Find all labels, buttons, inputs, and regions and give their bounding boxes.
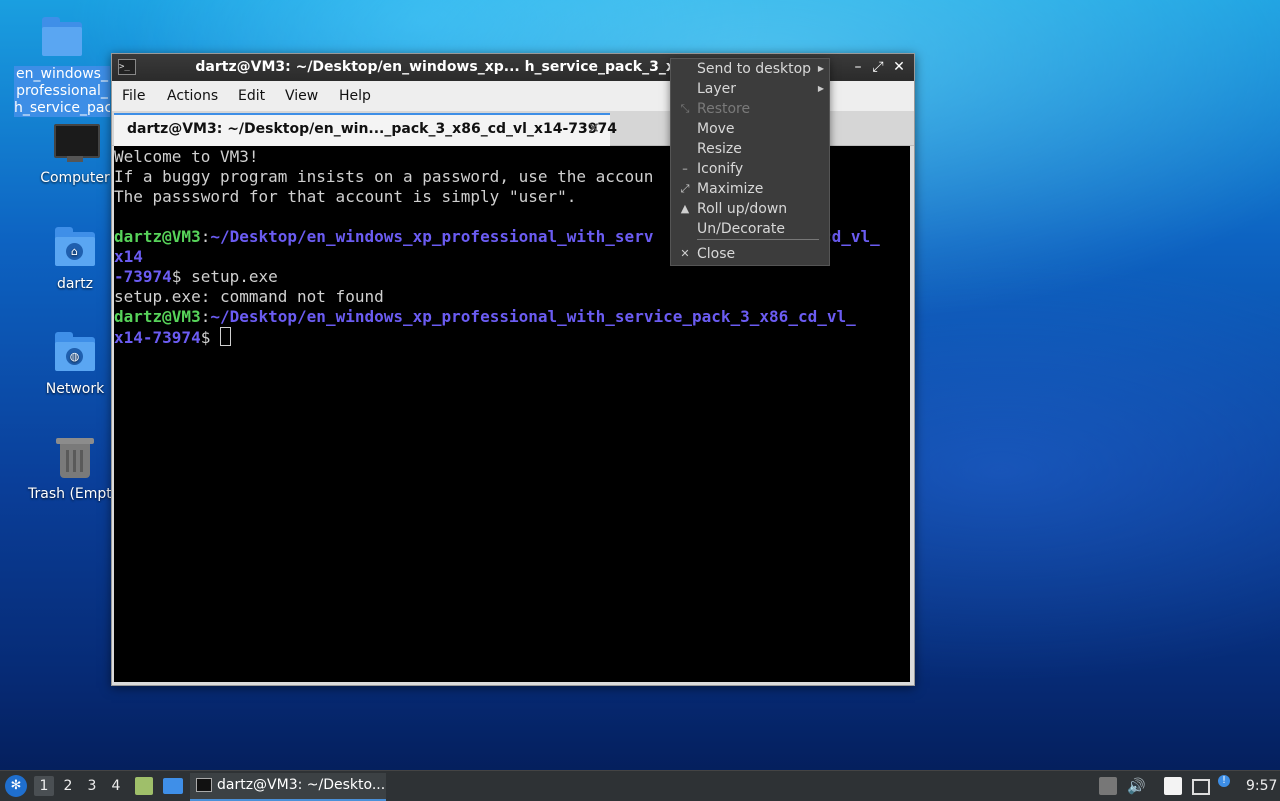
taskbar-task-terminal[interactable]: dartz@VM3: ~/Deskto... xyxy=(190,773,386,801)
menu-separator xyxy=(697,239,819,240)
menu-item-label: Maximize xyxy=(697,181,764,197)
minimize-button[interactable]: – xyxy=(849,58,867,76)
menu-item-layer[interactable]: Layer ▶ xyxy=(671,79,829,99)
desktop-switch-3[interactable]: 3 xyxy=(82,776,102,796)
desktop-icon-label: Computer xyxy=(40,170,110,186)
desktop-switch-4[interactable]: 4 xyxy=(106,776,126,796)
desktop-switch-1[interactable]: 1 xyxy=(34,776,54,796)
trash-icon xyxy=(52,436,98,482)
menu-item-label: Layer xyxy=(697,81,737,97)
menu-view[interactable]: View xyxy=(285,88,318,104)
rollup-icon: ▲ xyxy=(680,202,690,215)
menu-file[interactable]: File xyxy=(122,88,145,104)
terminal-line: x14-73974$ xyxy=(114,327,910,347)
terminal-line: dartz@VM3:~/Desktop/en_windows_xp_profes… xyxy=(114,307,910,327)
desktop-switch-2[interactable]: 2 xyxy=(58,776,78,796)
menu-item-label: Move xyxy=(697,121,735,137)
folder-icon xyxy=(39,16,85,62)
menu-item-label: Un/Decorate xyxy=(697,221,785,237)
terminal-tab[interactable]: dartz@VM3: ~/Desktop/en_win..._pack_3_x8… xyxy=(114,113,617,146)
desktop-icon-label-line: professional_ xyxy=(14,83,110,100)
prompt-user: dartz@VM3 xyxy=(114,227,201,246)
prompt-path: ~/Desktop/en_windows_xp_professional_wit… xyxy=(210,227,654,246)
menu-item-undecorate[interactable]: Un/Decorate xyxy=(671,219,829,239)
menu-item-send-to-desktop[interactable]: Send to desktop ▶ xyxy=(671,59,829,79)
desktop-icon-folder[interactable]: en_windows_ professional_ h_service_pac xyxy=(14,16,110,117)
show-desktop-icon[interactable] xyxy=(163,778,183,794)
volume-icon[interactable]: 🔊 xyxy=(1127,777,1146,795)
menu-item-label: Restore xyxy=(697,101,751,117)
desktop-icon-label-line: en_windows_ xyxy=(14,66,110,83)
prompt-user: dartz@VM3 xyxy=(114,307,201,326)
clock[interactable]: 9:57 xyxy=(1246,771,1277,801)
computer-icon xyxy=(52,120,100,166)
terminal-line: setup.exe: command not found xyxy=(114,287,384,306)
prompt-path: -73974 xyxy=(114,267,172,286)
menu-item-label: Roll up/down xyxy=(697,201,788,217)
terminal-icon xyxy=(196,778,212,792)
maximize-icon: ⤢ xyxy=(680,182,690,195)
menu-item-label: Resize xyxy=(697,141,742,157)
desktop-icon-label-line: h_service_pac xyxy=(14,100,110,117)
prompt-dollar: $ xyxy=(200,328,220,347)
terminal-line: -73974$ setup.exe xyxy=(114,267,910,287)
clipboard-icon[interactable] xyxy=(1164,777,1182,795)
desktop-icon-network[interactable]: ◍ Network xyxy=(27,331,123,398)
terminal-cursor xyxy=(219,327,231,346)
desktop-icon-home[interactable]: ⌂ dartz xyxy=(27,226,123,293)
window-context-menu: Send to desktop ▶ Layer ▶ ⤡ Restore Move… xyxy=(670,58,830,266)
prompt-sep: : xyxy=(200,307,211,326)
home-folder-icon: ⌂ xyxy=(52,226,98,272)
start-menu-icon[interactable]: ✻ xyxy=(5,775,27,797)
prompt-path: x14-73974 xyxy=(114,328,201,347)
prompt-sep: : xyxy=(200,227,211,246)
task-label: dartz@VM3: ~/Deskto... xyxy=(217,777,386,793)
command-text: $ setup.exe xyxy=(171,267,278,286)
desktop-icon-label: Network xyxy=(45,381,105,397)
desktop-icon-trash[interactable]: Trash (Empt xyxy=(22,436,112,503)
network-folder-icon: ◍ xyxy=(52,331,98,377)
prompt-path: x14 xyxy=(114,247,143,266)
menu-actions[interactable]: Actions xyxy=(167,88,218,104)
iconify-icon: – xyxy=(682,162,688,175)
tab-label: dartz@VM3: ~/Desktop/en_win..._pack_3_x8… xyxy=(127,121,617,137)
menu-item-label: Close xyxy=(697,246,736,262)
desktop-icon-label: dartz xyxy=(56,276,94,292)
menu-item-restore: ⤡ Restore xyxy=(671,99,829,119)
submenu-arrow-icon: ▶ xyxy=(817,84,824,93)
menu-item-resize[interactable]: Resize xyxy=(671,139,829,159)
menu-item-move[interactable]: Move xyxy=(671,119,829,139)
menu-item-maximize[interactable]: ⤢ Maximize xyxy=(671,179,829,199)
restore-icon: ⤡ xyxy=(680,102,690,115)
menu-help[interactable]: Help xyxy=(339,88,371,104)
desktop-icon-computer[interactable]: Computer xyxy=(27,120,123,187)
menu-item-iconify[interactable]: – Iconify xyxy=(671,159,829,179)
prompt-path: ~/Desktop/en_windows_xp_professional_wit… xyxy=(210,307,856,326)
submenu-arrow-icon: ▶ xyxy=(817,64,824,73)
menu-item-label: Iconify xyxy=(697,161,744,177)
menu-item-label: Send to desktop xyxy=(697,61,812,77)
network-icon[interactable] xyxy=(1192,779,1210,795)
desktop-icon-label: Trash (Empt xyxy=(28,486,112,502)
prompt-path: cd_vl_ xyxy=(822,227,880,246)
close-icon: ✕ xyxy=(680,247,690,260)
close-button[interactable]: ✕ xyxy=(890,58,908,76)
menu-item-close[interactable]: ✕ Close xyxy=(671,244,829,264)
maximize-button[interactable]: ⤢ xyxy=(869,58,887,76)
taskbar: ✻ 1 2 3 4 dartz@VM3: ~/Deskto... 🔊 ! 9:5… xyxy=(0,770,1280,801)
file-manager-launcher-icon[interactable] xyxy=(135,777,153,795)
menu-item-roll-up-down[interactable]: ▲ Roll up/down xyxy=(671,199,829,219)
tab-close-icon[interactable]: ✕ xyxy=(587,119,600,137)
notification-icon[interactable]: ! xyxy=(1218,775,1230,787)
menu-edit[interactable]: Edit xyxy=(238,88,265,104)
updates-icon[interactable] xyxy=(1099,777,1117,795)
